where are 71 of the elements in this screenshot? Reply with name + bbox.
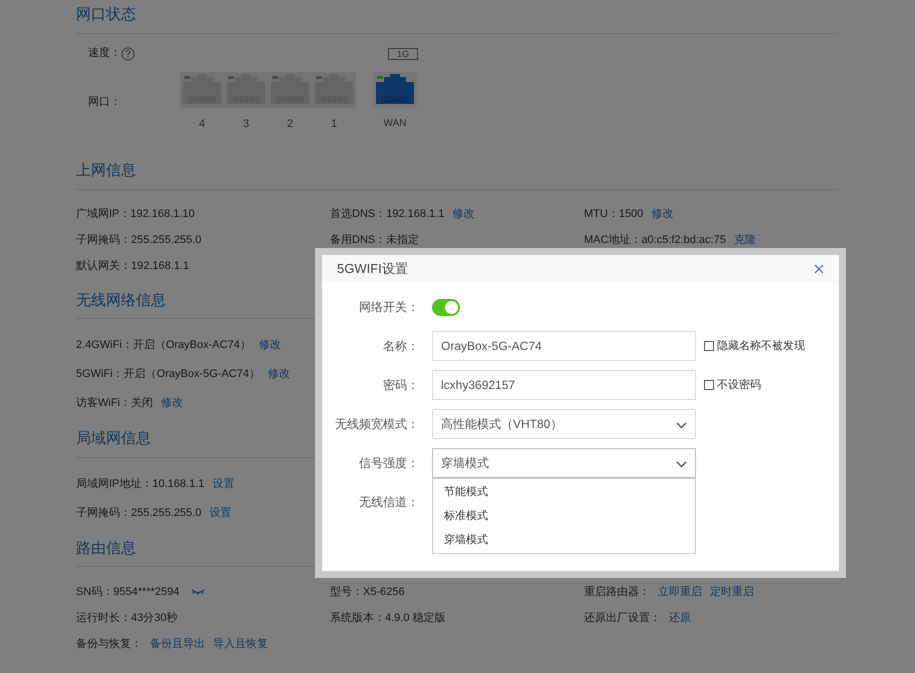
port-number: WAN [384,116,406,130]
checkbox[interactable] [704,341,714,351]
select-value: 高性能模式（VHT80） [441,416,562,433]
action-link[interactable]: 还原 [669,610,691,626]
action-link[interactable]: 克隆 [734,232,756,249]
port-number: 1 [330,116,338,132]
action-link[interactable]: 修改 [161,395,183,412]
dropdown-option[interactable]: 节能模式 [433,480,695,504]
info-text: 2.4GWiFi：开启（OrayBox-AC74） [76,338,251,354]
info-text: MTU：1500 [584,207,644,222]
action-link[interactable]: 设置 [212,476,234,492]
checkbox-label: 不设密码 [717,378,761,393]
info-text: 访客WiFi：关闭 [76,396,153,412]
eye-closed-icon[interactable] [191,588,206,596]
select-value: 穿墙模式 [441,455,489,472]
dialog-title: 5GWIFI设置 [337,260,408,278]
section-heading: 路由信息 [76,540,136,556]
speed-badge: 1G [388,48,418,60]
action-link[interactable]: 修改 [651,206,674,223]
chevron-down-icon [676,461,687,468]
port-label: 网口： [88,94,122,110]
field-label: 密码： [382,377,420,394]
field-label: 无线频宽模式： [334,416,420,433]
port-number: 4 [198,116,206,132]
select-field[interactable]: 高性能模式（VHT80） [432,409,696,439]
field-label: 无线信道： [358,494,420,511]
info-text: 子网掩码：255.255.255.0 [76,506,202,521]
info-text: 局域网IP地址：10.168.1.1 [76,476,204,492]
info-text: 备份与恢复： [76,636,142,652]
section-heading: 局域网信息 [76,430,151,447]
section-heading: 无线网络信息 [76,292,166,308]
checkbox-label: 隐藏名称不被发现 [717,338,805,354]
port-number: 2 [286,116,294,132]
dropdown-option[interactable]: 穿墙模式 [433,528,695,552]
info-text: MAC地址：a0:c5:f2:bd:ac:75 [584,233,726,248]
info-text: 子网掩码：255.255.255.0 [76,233,202,248]
info-text: 运行时长：43分30秒 [76,610,178,626]
action-link[interactable]: 定时重启 [710,584,754,600]
info-text: 还原出厂设置： [584,610,661,626]
field-label: 信号强度： [358,455,420,472]
section-heading: 上网信息 [76,162,136,179]
close-icon[interactable] [814,264,824,274]
action-link[interactable]: 导入且恢复 [213,636,268,652]
text-field[interactable]: OrayBox-5G-AC74 [432,331,696,361]
network-switch[interactable] [432,298,460,316]
info-text: 广域网IP：192.168.1.10 [76,206,195,222]
info-text: SN码：9554****2594 [76,584,180,600]
field-label: 名称： [382,338,420,355]
dropdown-option[interactable]: 标准模式 [433,504,695,528]
action-link[interactable]: 修改 [258,337,281,354]
chevron-down-icon [676,422,687,429]
info-text: 系统版本：4.9.0 稳定版 [330,610,446,626]
section-heading: 网口状态 [76,6,136,23]
info-text: 重启路由器： [584,584,650,600]
speed-label: 速度： [88,46,121,62]
info-text: 型号：X5-6256 [330,584,405,600]
action-link[interactable]: 修改 [452,206,474,223]
info-text: 备用DNS：未指定 [330,232,420,248]
text-field[interactable]: lcxhy3692157 [432,370,696,400]
action-link[interactable]: 立即重启 [658,584,702,600]
action-link[interactable]: 备份且导出 [150,636,205,652]
info-text: 5GWiFi：开启（OrayBox-5G-AC74） [76,366,260,382]
help-icon[interactable] [121,46,135,60]
checkbox[interactable] [704,380,714,390]
info-text: 默认网关：192.168.1.1 [76,258,190,274]
select-field[interactable]: 穿墙模式 [432,448,696,478]
port-number: 3 [242,116,250,132]
field-label: 网络开关： [358,299,420,316]
info-text: 首选DNS：192.168.1.1 [330,207,444,222]
action-link[interactable]: 设置 [209,504,232,522]
action-link[interactable]: 修改 [268,366,290,383]
